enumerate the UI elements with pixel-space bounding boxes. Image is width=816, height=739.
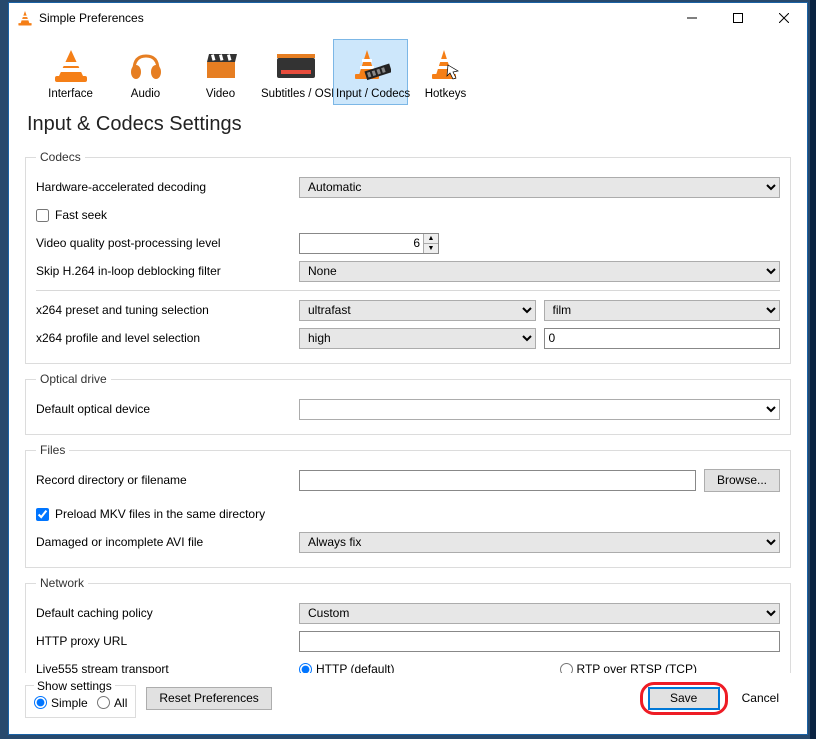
x264-level-input[interactable] [544, 328, 781, 349]
caching-label: Default caching policy [36, 606, 291, 620]
tab-interface[interactable]: Interface [33, 39, 108, 105]
settings-content: Codecs Hardware-accelerated decoding Aut… [9, 150, 807, 673]
close-button[interactable] [761, 3, 807, 33]
group-legend: Files [36, 443, 69, 457]
fast-seek-label: Fast seek [55, 208, 107, 222]
group-legend: Optical drive [36, 372, 111, 386]
tab-label: Hotkeys [411, 88, 480, 100]
hw-decoding-label: Hardware-accelerated decoding [36, 180, 291, 194]
cone-filmstrip-icon [336, 44, 405, 86]
browse-button[interactable]: Browse... [704, 469, 780, 492]
show-simple-radio[interactable]: Simple [34, 696, 88, 710]
save-button[interactable]: Save [648, 687, 720, 710]
group-optical: Optical drive Default optical device [25, 372, 791, 435]
minimize-button[interactable] [669, 3, 715, 33]
footer: Show settings Simple All Reset Preferenc… [9, 673, 807, 735]
proxy-input[interactable] [299, 631, 780, 652]
tab-subtitles[interactable]: Subtitles / OSD [258, 39, 333, 105]
fast-seek-checkbox[interactable]: Fast seek [36, 208, 107, 222]
category-tabstrip: Interface Audio Video Subtitles / OSD In… [9, 33, 807, 109]
x264-profile-select[interactable]: high [299, 328, 536, 349]
cone-pointer-icon [411, 44, 480, 86]
titlebar: Simple Preferences [9, 3, 807, 33]
damaged-avi-label: Damaged or incomplete AVI file [36, 535, 291, 549]
group-legend: Network [36, 576, 88, 590]
tab-audio[interactable]: Audio [108, 39, 183, 105]
spin-up-icon[interactable]: ▲ [423, 234, 438, 244]
live555-label: Live555 stream transport [36, 662, 291, 673]
separator [36, 290, 780, 291]
tab-label: Audio [111, 88, 180, 100]
x264-profile-label: x264 profile and level selection [36, 331, 291, 345]
skip-h264-label: Skip H.264 in-loop deblocking filter [36, 264, 291, 278]
proxy-label: HTTP proxy URL [36, 634, 291, 648]
show-settings-legend: Show settings [34, 679, 115, 693]
optical-device-label: Default optical device [36, 402, 291, 416]
group-legend: Codecs [36, 150, 85, 164]
caching-select[interactable]: Custom [299, 603, 780, 624]
spin-buttons[interactable]: ▲▼ [423, 234, 438, 253]
spin-down-icon[interactable]: ▼ [423, 244, 438, 253]
live555-http-radio[interactable]: HTTP (default) [299, 662, 520, 673]
window-title: Simple Preferences [39, 11, 144, 25]
tab-video[interactable]: Video [183, 39, 258, 105]
clapperboard-icon [186, 44, 255, 86]
tab-input-codecs[interactable]: Input / Codecs [333, 39, 408, 105]
show-settings-group: Show settings Simple All [25, 679, 136, 719]
tab-label: Input / Codecs [336, 88, 405, 100]
reset-preferences-button[interactable]: Reset Preferences [146, 687, 271, 710]
maximize-button[interactable] [715, 3, 761, 33]
subtitles-osd-icon [261, 44, 330, 86]
vlc-cone-icon [17, 10, 33, 26]
x264-preset-select[interactable]: ultrafast [299, 300, 536, 321]
headphones-icon [111, 44, 180, 86]
tab-hotkeys[interactable]: Hotkeys [408, 39, 483, 105]
damaged-avi-select[interactable]: Always fix [299, 532, 780, 553]
tab-label: Interface [36, 88, 105, 100]
preload-mkv-label: Preload MKV files in the same directory [55, 507, 265, 521]
show-all-radio[interactable]: All [97, 696, 127, 710]
group-files: Files Record directory or filename Brows… [25, 443, 791, 568]
preload-mkv-checkbox[interactable]: Preload MKV files in the same directory [36, 507, 265, 521]
preferences-window: Simple Preferences Interface Audio Video… [8, 2, 808, 735]
group-network: Network Default caching policy Custom HT… [25, 576, 791, 673]
group-codecs: Codecs Hardware-accelerated decoding Aut… [25, 150, 791, 364]
save-highlight-annotation: Save [648, 687, 720, 710]
skip-h264-select[interactable]: None [299, 261, 780, 282]
record-dir-input[interactable] [299, 470, 696, 491]
optical-device-select[interactable] [299, 399, 780, 420]
postproc-spin[interactable] [299, 233, 439, 254]
tab-label: Subtitles / OSD [261, 88, 330, 100]
record-dir-label: Record directory or filename [36, 473, 291, 487]
x264-preset-label: x264 preset and tuning selection [36, 303, 291, 317]
cancel-button[interactable]: Cancel [730, 687, 791, 710]
fast-seek-input[interactable] [36, 209, 49, 222]
postproc-label: Video quality post-processing level [36, 236, 291, 250]
preload-mkv-input[interactable] [36, 508, 49, 521]
cone-icon [36, 44, 105, 86]
x264-tune-select[interactable]: film [544, 300, 781, 321]
tab-label: Video [186, 88, 255, 100]
page-heading: Input & Codecs Settings [9, 109, 807, 150]
live555-rtp-radio[interactable]: RTP over RTSP (TCP) [560, 662, 781, 673]
hw-decoding-select[interactable]: Automatic [299, 177, 780, 198]
